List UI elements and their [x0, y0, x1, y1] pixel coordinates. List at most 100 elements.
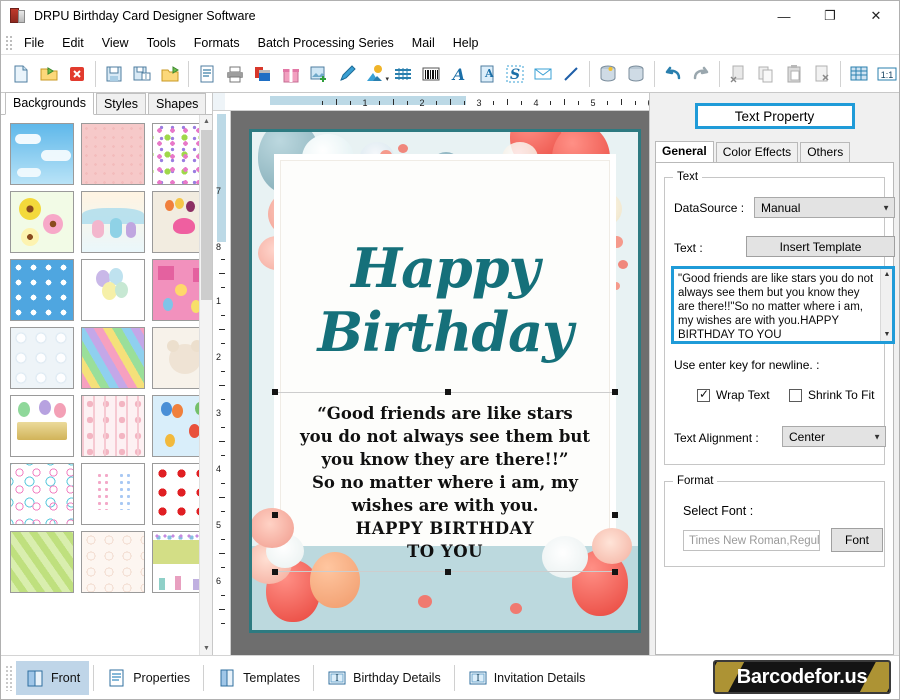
selection-handle-tl[interactable]: [272, 389, 278, 395]
menu-batch-processing-series[interactable]: Batch Processing Series: [249, 33, 403, 53]
svg-text:I: I: [145, 74, 147, 81]
menu-file[interactable]: File: [15, 33, 53, 53]
selection-handle-tr[interactable]: [612, 389, 618, 395]
database-icon[interactable]: [622, 59, 650, 89]
grid-icon[interactable]: [845, 59, 873, 89]
petal-dot-7: [418, 595, 432, 608]
canvas-area: 1 2 3 4 5 1 2 3 4 5 6 7 8 Happy Birthday…: [213, 93, 649, 655]
brand-text: Barcodefor.us: [736, 665, 868, 688]
new-document-icon[interactable]: [7, 59, 35, 89]
horizontal-ruler[interactable]: 1 2 3 4 5: [213, 93, 649, 111]
tab-styles[interactable]: Styles: [95, 93, 147, 114]
thumbnail-bg-pink-texture[interactable]: [81, 123, 145, 185]
card-canvas[interactable]: Happy Birthday “Good friends are like st…: [249, 129, 641, 633]
paste-icon[interactable]: [780, 59, 808, 89]
menu-mail[interactable]: Mail: [403, 33, 444, 53]
statusbar-button-properties[interactable]: Properties: [98, 661, 199, 695]
print-icon[interactable]: [221, 59, 249, 89]
selection-handle-mr[interactable]: [612, 512, 618, 518]
tab-shapes[interactable]: Shapes: [148, 93, 207, 114]
close-document-icon[interactable]: [63, 59, 91, 89]
datasource-select[interactable]: Manual ▼: [754, 197, 895, 218]
vertical-ruler[interactable]: 1 2 3 4 5 6 7 8: [213, 111, 231, 655]
maximize-button[interactable]: ❐: [807, 1, 853, 31]
card-message[interactable]: “Good friends are like stars you do not …: [274, 402, 616, 563]
shrink-to-fit-checkbox[interactable]: Shrink To Fit: [789, 388, 874, 402]
thumbnail-bg-pink-hearts-stripes[interactable]: [81, 395, 145, 457]
properties-icon[interactable]: [193, 59, 221, 89]
selection-handle-ml[interactable]: [272, 512, 278, 518]
save-icon[interactable]: [100, 59, 128, 89]
selection-handle-br[interactable]: [612, 569, 618, 575]
scroll-up-icon[interactable]: ▲: [881, 269, 892, 281]
menu-help[interactable]: Help: [444, 33, 488, 53]
scrollbar-thumb[interactable]: [201, 130, 212, 300]
thumbnail-bg-stars[interactable]: [10, 259, 74, 321]
menu-tools[interactable]: Tools: [138, 33, 185, 53]
thumbnail-bg-daisies[interactable]: [10, 191, 74, 253]
card-title[interactable]: Happy Birthday: [252, 236, 638, 364]
redo-icon[interactable]: [687, 59, 715, 89]
selection-handle-bl[interactable]: [272, 569, 278, 575]
textarea-scrollbar[interactable]: ▲ ▼: [880, 269, 892, 341]
envelope-icon[interactable]: [529, 59, 557, 89]
barcode-icon[interactable]: [417, 59, 445, 89]
insert-template-button[interactable]: Insert Template: [746, 236, 895, 257]
open-folder-icon[interactable]: [35, 59, 63, 89]
thumbnail-bg-winter-bears[interactable]: [81, 191, 145, 253]
thumbnail-bg-green-stripes[interactable]: [10, 531, 74, 593]
tab-general[interactable]: General: [655, 141, 714, 163]
design-stage[interactable]: Happy Birthday “Good friends are like st…: [231, 111, 649, 655]
thumbnail-bg-happy-birthday[interactable]: [10, 395, 74, 457]
wrap-text-checkbox[interactable]: Wrap Text: [697, 387, 770, 402]
text-input-textarea[interactable]: "Good friends are like stars you do not …: [671, 266, 895, 344]
thumbnail-bg-balloon-bunch[interactable]: [81, 259, 145, 321]
thumbnail-bg-rainbow[interactable]: [81, 327, 145, 389]
statusbar-button-front[interactable]: Front: [16, 660, 90, 695]
export-folder-icon[interactable]: [156, 59, 184, 89]
menu-formats[interactable]: Formats: [185, 33, 249, 53]
text-alignment-select[interactable]: Center ▼: [782, 426, 886, 447]
close-button[interactable]: ✕: [853, 1, 899, 31]
shape-picture-icon[interactable]: ▾: [361, 59, 389, 89]
text-icon[interactable]: A: [445, 59, 473, 89]
line-tool-icon[interactable]: [557, 59, 585, 89]
copy-icon[interactable]: [752, 59, 780, 89]
card-layers-icon[interactable]: [249, 59, 277, 89]
undo-icon[interactable]: [659, 59, 687, 89]
statusbar-button-invitation-details[interactable]: I Invitation Details: [459, 661, 595, 695]
selection-handle-bc[interactable]: [445, 569, 451, 575]
thumbnail-bg-bubbles[interactable]: [10, 327, 74, 389]
gift-icon[interactable]: [277, 59, 305, 89]
tab-color-effects[interactable]: Color Effects: [715, 142, 799, 162]
database-gold-icon[interactable]: [594, 59, 622, 89]
scroll-down-icon[interactable]: ▼: [200, 642, 212, 655]
menu-edit[interactable]: Edit: [53, 33, 93, 53]
thumbnail-bg-heart-outlines[interactable]: [10, 463, 74, 525]
menu-view[interactable]: View: [93, 33, 138, 53]
scroll-up-icon[interactable]: ▲: [200, 115, 212, 128]
statusbar-button-birthday-details[interactable]: I Birthday Details: [318, 661, 450, 695]
pen-tool-icon[interactable]: [333, 59, 361, 89]
statusbar-button-templates[interactable]: Templates: [208, 661, 309, 695]
signature-icon[interactable]: S: [501, 59, 529, 89]
thumbnail-bg-cakes[interactable]: [81, 531, 145, 593]
text-box-icon[interactable]: A: [473, 59, 501, 89]
tab-others[interactable]: Others: [800, 142, 851, 162]
cut-icon[interactable]: [724, 59, 752, 89]
actual-size-icon[interactable]: 1:1: [873, 59, 900, 89]
selection-handle-tc[interactable]: [445, 389, 451, 395]
save-as-icon[interactable]: I: [128, 59, 156, 89]
watermark-icon[interactable]: [389, 59, 417, 89]
thumbnail-bg-clouds[interactable]: [10, 123, 74, 185]
add-image-icon[interactable]: [305, 59, 333, 89]
scroll-down-icon[interactable]: ▼: [881, 329, 892, 341]
minimize-button[interactable]: —: [761, 1, 807, 31]
tab-backgrounds[interactable]: Backgrounds: [5, 92, 94, 115]
backgrounds-scrollbar[interactable]: ▲ ▼: [199, 115, 212, 655]
vertical-scroll-thumb[interactable]: [217, 114, 226, 242]
font-value-field[interactable]: Times New Roman,Regular,: [683, 530, 820, 551]
thumbnail-bg-floral-sprigs[interactable]: [81, 463, 145, 525]
delete-icon[interactable]: [808, 59, 836, 89]
font-button[interactable]: Font: [831, 528, 883, 552]
